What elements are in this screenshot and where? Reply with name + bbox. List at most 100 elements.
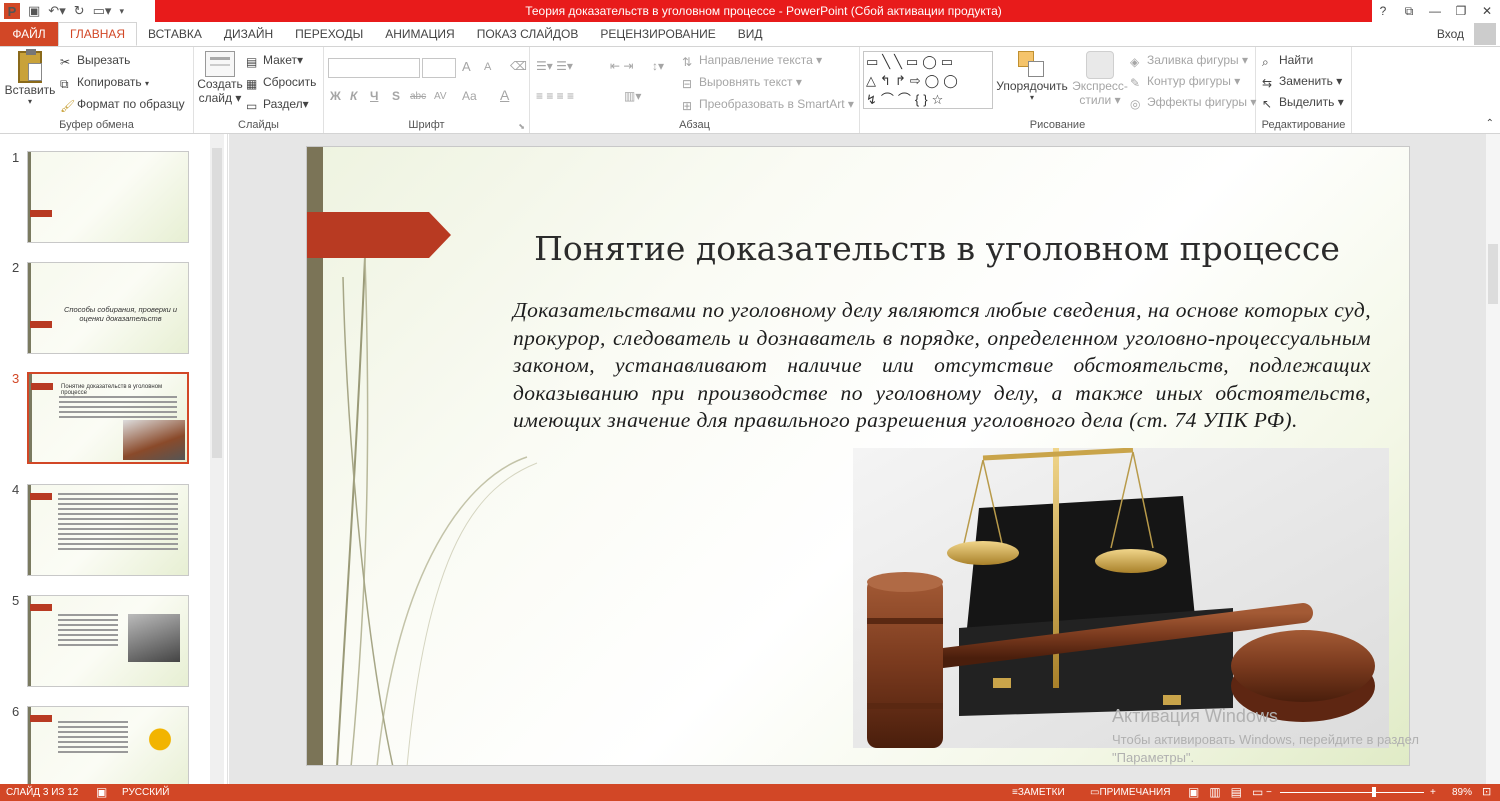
notes-button[interactable]: ≡ ЗАМЕТКИ xyxy=(1012,784,1065,801)
strikethrough-button[interactable]: abc xyxy=(410,91,426,102)
replace-button[interactable]: ⇆ Заменить ▾ xyxy=(1262,74,1342,90)
spellcheck-icon[interactable]: ▣ xyxy=(96,784,107,801)
brush-icon: 🖌 xyxy=(60,99,76,113)
restore-icon[interactable]: ❐ xyxy=(1448,0,1474,22)
zoom-slider[interactable] xyxy=(1280,787,1424,797)
paint-bucket-icon: ◈ xyxy=(1130,55,1140,69)
section-button[interactable]: ▭ Раздел▾ xyxy=(246,97,309,113)
slides-pane-scrollbar[interactable] xyxy=(210,134,224,784)
bullets-icon[interactable]: ☰▾ ☰▾ xyxy=(536,59,573,73)
slide-thumbnail-4[interactable] xyxy=(27,484,189,576)
watermark-title: Активация Windows xyxy=(1112,706,1278,726)
change-case-button[interactable]: Aa xyxy=(462,89,477,103)
zoom-level[interactable]: 89% xyxy=(1452,784,1472,801)
font-name-field[interactable] xyxy=(328,58,420,78)
signin-link[interactable]: Вход xyxy=(1437,22,1464,46)
current-slide[interactable]: Понятие доказательств в уголовном процес… xyxy=(306,146,1410,766)
tab-design[interactable]: ДИЗАЙН xyxy=(213,22,284,46)
character-spacing-button[interactable]: AV xyxy=(434,91,447,102)
font-size-field[interactable] xyxy=(422,58,456,78)
clear-formatting-icon[interactable]: ⌫ xyxy=(510,59,527,73)
tab-home[interactable]: ГЛАВНАЯ xyxy=(58,22,138,46)
group-font: A A ⌫ Ж К Ч S abc AV Aa A Шрифт ⬊ xyxy=(324,47,530,133)
paste-label: Вставить xyxy=(4,83,56,97)
undo-icon[interactable]: ↶▾ xyxy=(48,2,65,20)
replace-icon: ⇆ xyxy=(1262,76,1273,90)
indent-icon[interactable]: ⇤ ⇥ xyxy=(610,59,633,73)
dialog-launcher-icon[interactable]: ⬊ xyxy=(518,122,525,131)
slide-thumbnail-3[interactable]: Понятие доказательств в уголовном процес… xyxy=(27,372,189,464)
slide-number: 1 xyxy=(12,150,20,165)
zoom-out-icon[interactable]: − xyxy=(1266,784,1272,801)
tab-transitions[interactable]: ПЕРЕХОДЫ xyxy=(284,22,374,46)
grow-font-icon[interactable]: A xyxy=(462,59,471,74)
slide-title[interactable]: Понятие доказательств в уголовном процес… xyxy=(507,229,1367,268)
collapse-ribbon-icon[interactable]: ⌃ xyxy=(1486,118,1494,129)
group-label-font: Шрифт xyxy=(408,119,445,131)
slide-thumbnail-5[interactable] xyxy=(27,595,189,687)
copy-button[interactable]: ⧉ Копировать ▾ xyxy=(60,75,149,91)
section-label: Раздел xyxy=(263,97,303,111)
bold-button[interactable]: Ж xyxy=(330,89,341,103)
tab-insert[interactable]: ВСТАВКА xyxy=(137,22,213,46)
shadow-button[interactable]: S xyxy=(392,89,400,103)
comments-button[interactable]: ▭ ПРИМЕЧАНИЯ xyxy=(1090,784,1170,801)
quick-styles-label: Экспресс- xyxy=(1072,79,1128,93)
tab-slideshow[interactable]: ПОКАЗ СЛАЙДОВ xyxy=(466,22,590,46)
zoom-in-icon[interactable]: + xyxy=(1430,784,1436,801)
close-icon[interactable]: ✕ xyxy=(1474,0,1500,22)
group-clipboard: Вставить ▾ ✂ Вырезать ⧉ Копировать ▾ 🖌 Форм… xyxy=(0,47,194,133)
group-label-slides: Слайды xyxy=(238,119,279,131)
layout-button[interactable]: ▤ Макет▾ xyxy=(246,53,303,69)
customize-qat-icon[interactable]: ▾ xyxy=(119,2,124,20)
help-button[interactable]: ? xyxy=(1370,0,1396,22)
language-indicator[interactable]: РУССКИЙ xyxy=(122,784,169,801)
tab-file[interactable]: ФАЙЛ xyxy=(0,22,58,46)
tab-review[interactable]: РЕЦЕНЗИРОВАНИЕ xyxy=(589,22,726,46)
quick-styles-button[interactable]: Экспресс- стили ▾ xyxy=(1070,51,1130,107)
slide-thumbnail-text: Понятие доказательств в уголовном процес… xyxy=(61,384,163,396)
arrange-button[interactable]: Упорядочить ▾ xyxy=(994,51,1070,102)
reset-button[interactable]: ▦ Сбросить xyxy=(246,75,317,91)
save-icon[interactable]: ▣ xyxy=(28,2,40,20)
columns-icon[interactable]: ▥▾ xyxy=(624,89,641,103)
find-button[interactable]: ⌕ Найти xyxy=(1262,53,1313,69)
shapes-gallery[interactable]: ▭╲╲▭◯▭ △↰↱⇨◯◯ ↯⌒⌒{}☆ xyxy=(863,51,993,109)
avatar[interactable] xyxy=(1474,23,1496,45)
slide-thumbnail-2[interactable]: Способы собирания, проверки и оценки док… xyxy=(27,262,189,354)
paste-button[interactable]: Вставить ▾ xyxy=(4,49,56,106)
shape-fill-label: Заливка фигуры xyxy=(1147,53,1239,67)
reset-label: Сбросить xyxy=(263,75,317,89)
ribbon-display-options-icon[interactable]: ⧉ xyxy=(1396,0,1422,22)
tab-animations[interactable]: АНИМАЦИЯ xyxy=(374,22,465,46)
redo-icon[interactable]: ↻ xyxy=(74,2,85,20)
canvas-scrollbar[interactable] xyxy=(1486,134,1500,784)
slide-body-text[interactable]: Доказательствами по уголовному делу явля… xyxy=(513,297,1371,435)
line-spacing-icon[interactable]: ↕▾ xyxy=(652,59,664,73)
align-text-button[interactable]: ⊟ Выровнять текст ▾ xyxy=(682,75,802,91)
italic-button[interactable]: К xyxy=(350,89,357,103)
text-direction-button[interactable]: ⇅ Направление текста ▾ xyxy=(682,53,822,69)
cursor-icon: ↖ xyxy=(1262,97,1273,111)
shape-fill-button[interactable]: ◈ Заливка фигуры ▾ xyxy=(1130,53,1248,69)
gavel-and-scales-image[interactable] xyxy=(853,448,1389,748)
tab-view[interactable]: ВИД xyxy=(727,22,774,46)
shape-effects-button[interactable]: ◎ Эффекты фигуры ▾ xyxy=(1130,95,1256,111)
select-button[interactable]: ↖ Выделить ▾ xyxy=(1262,95,1344,111)
shape-outline-button[interactable]: ✎ Контур фигуры ▾ xyxy=(1130,74,1240,90)
slideshow-start-icon[interactable]: ▭▾ xyxy=(93,2,112,20)
smartart-button[interactable]: ⊞ Преобразовать в SmartArt ▾ xyxy=(682,97,854,113)
view-buttons[interactable]: ▣▥▤▭ xyxy=(1188,784,1273,801)
minimize-icon[interactable]: — xyxy=(1422,0,1448,22)
group-editing: ⌕ Найти ⇆ Заменить ▾ ↖ Выделить ▾ Редактиро… xyxy=(1256,47,1352,133)
new-slide-button[interactable]: Создать слайд ▾ xyxy=(196,51,244,105)
format-painter-button[interactable]: 🖌 Формат по образцу xyxy=(60,97,185,113)
font-color-button[interactable]: A xyxy=(500,87,509,103)
shrink-font-icon[interactable]: A xyxy=(484,61,491,73)
fit-slide-icon[interactable]: ⊡ xyxy=(1482,784,1491,801)
new-slide-label-2: слайд ▾ xyxy=(198,91,242,105)
cut-button[interactable]: ✂ Вырезать xyxy=(60,53,130,69)
slide-thumbnail-1[interactable] xyxy=(27,151,189,243)
underline-button[interactable]: Ч xyxy=(370,89,378,103)
align-icons[interactable]: ≡ ≡ ≡ ≡ xyxy=(536,89,574,103)
